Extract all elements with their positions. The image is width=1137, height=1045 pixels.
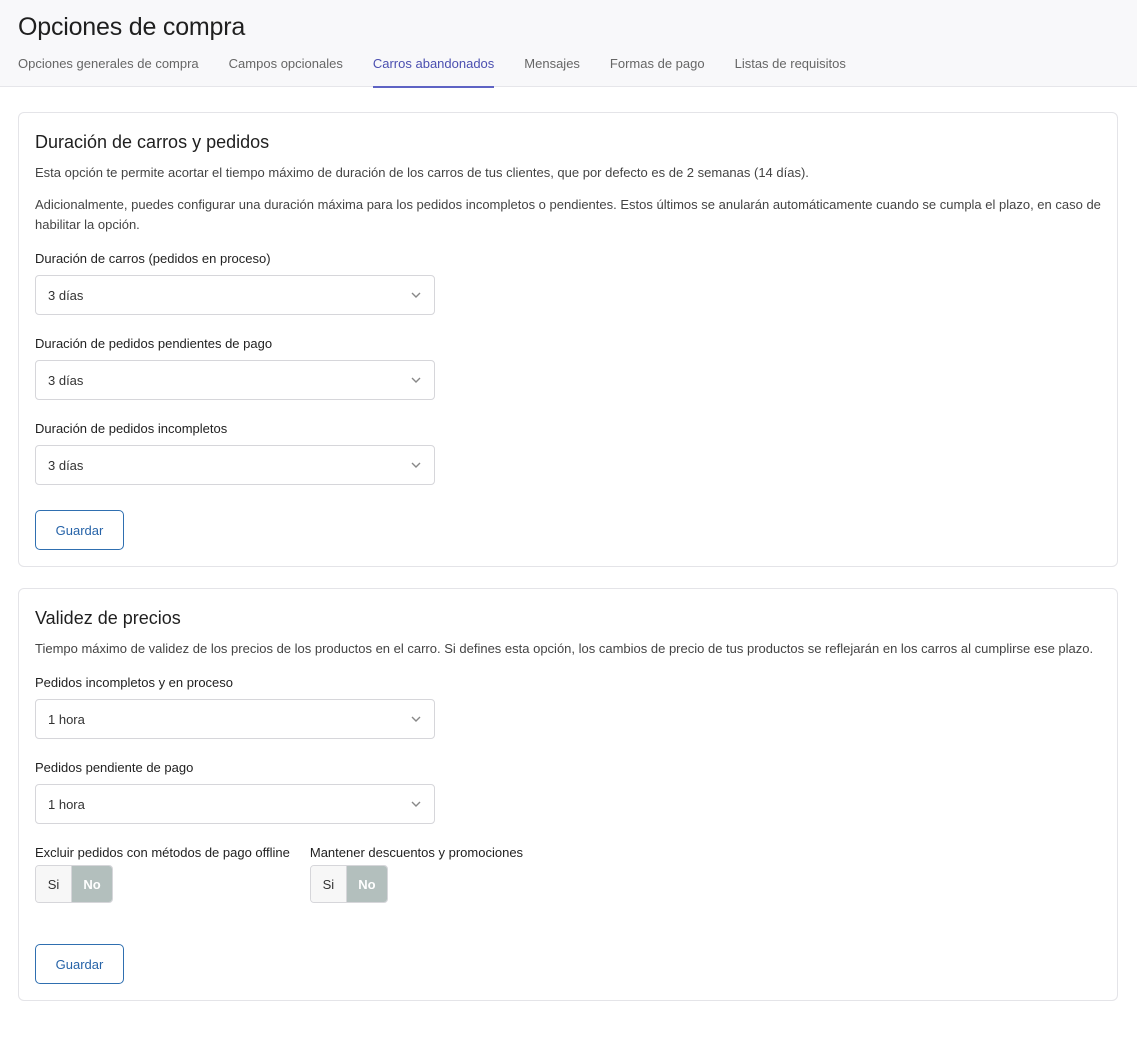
pendientes-duration-select[interactable]: 3 días: [35, 360, 435, 400]
mantener-descuentos-si[interactable]: Si: [310, 866, 347, 902]
tab-listas-de-requisitos[interactable]: Listas de requisitos: [735, 56, 846, 88]
mantener-descuentos-toggle[interactable]: Si No: [309, 865, 388, 903]
excluir-offline-si[interactable]: Si: [36, 866, 72, 902]
chevron-down-icon: [411, 377, 421, 383]
tab-bar: Opciones generales de compra Campos opci…: [18, 56, 1119, 88]
carros-duration-select[interactable]: 3 días: [35, 275, 435, 315]
tab-opciones-generales[interactable]: Opciones generales de compra: [18, 56, 199, 88]
pendientes-duration-value: 3 días: [48, 372, 84, 388]
carros-duration-label: Duración de carros (pedidos en proceso): [35, 251, 271, 266]
tab-campos-opcionales[interactable]: Campos opcionales: [229, 56, 343, 88]
main-content: Duración de carros y pedidos Esta opción…: [0, 87, 1137, 1001]
validez-save-button[interactable]: Guardar: [35, 944, 124, 984]
toggle-row: Excluir pedidos con métodos de pago offl…: [35, 845, 1101, 903]
incompletos-duration-select[interactable]: 3 días: [35, 445, 435, 485]
excluir-offline-label: Excluir pedidos con métodos de pago offl…: [35, 845, 290, 860]
pendiente-pago-value: 1 hora: [48, 796, 85, 812]
pendientes-duration-label: Duración de pedidos pendientes de pago: [35, 336, 273, 351]
carros-duration-value: 3 días: [48, 287, 84, 303]
page-header: Opciones de compra Opciones generales de…: [0, 0, 1137, 88]
chevron-down-icon: [411, 462, 421, 468]
excluir-offline-toggle[interactable]: Si No: [35, 865, 113, 903]
incompletos-proceso-select[interactable]: 1 hora: [35, 699, 435, 739]
excluir-offline-no[interactable]: No: [72, 866, 112, 902]
incompletos-proceso-label: Pedidos incompletos y en proceso: [35, 675, 234, 690]
chevron-down-icon: [411, 292, 421, 298]
duracion-save-button[interactable]: Guardar: [35, 510, 124, 550]
chevron-down-icon: [411, 801, 421, 807]
validez-card: Validez de precios Tiempo máximo de vali…: [18, 588, 1118, 1001]
incompletos-duration-value: 3 días: [48, 457, 84, 473]
validez-desc: Tiempo máximo de validez de los precios …: [35, 641, 1094, 656]
pendiente-pago-select[interactable]: 1 hora: [35, 784, 435, 824]
pendiente-pago-label: Pedidos pendiente de pago: [35, 760, 194, 775]
incompletos-duration-label: Duración de pedidos incompletos: [35, 421, 228, 436]
tab-formas-de-pago[interactable]: Formas de pago: [610, 56, 705, 88]
duracion-desc-1: Esta opción te permite acortar el tiempo…: [35, 165, 809, 180]
mantener-descuentos-no[interactable]: No: [346, 866, 387, 902]
duracion-desc-2: Adicionalmente, puedes configurar una du…: [35, 197, 1101, 232]
mantener-descuentos-label: Mantener descuentos y promociones: [309, 845, 524, 860]
chevron-down-icon: [411, 716, 421, 722]
validez-title: Validez de precios: [35, 608, 181, 628]
tab-mensajes[interactable]: Mensajes: [524, 56, 580, 88]
incompletos-proceso-value: 1 hora: [48, 711, 85, 727]
page-title: Opciones de compra: [18, 13, 246, 41]
mantener-descuentos-group: Mantener descuentos y promociones Si No: [309, 845, 524, 903]
duracion-card: Duración de carros y pedidos Esta opción…: [18, 112, 1118, 567]
excluir-offline-group: Excluir pedidos con métodos de pago offl…: [35, 845, 290, 903]
duracion-title: Duración de carros y pedidos: [35, 132, 270, 152]
tab-carros-abandonados[interactable]: Carros abandonados: [372, 56, 495, 88]
